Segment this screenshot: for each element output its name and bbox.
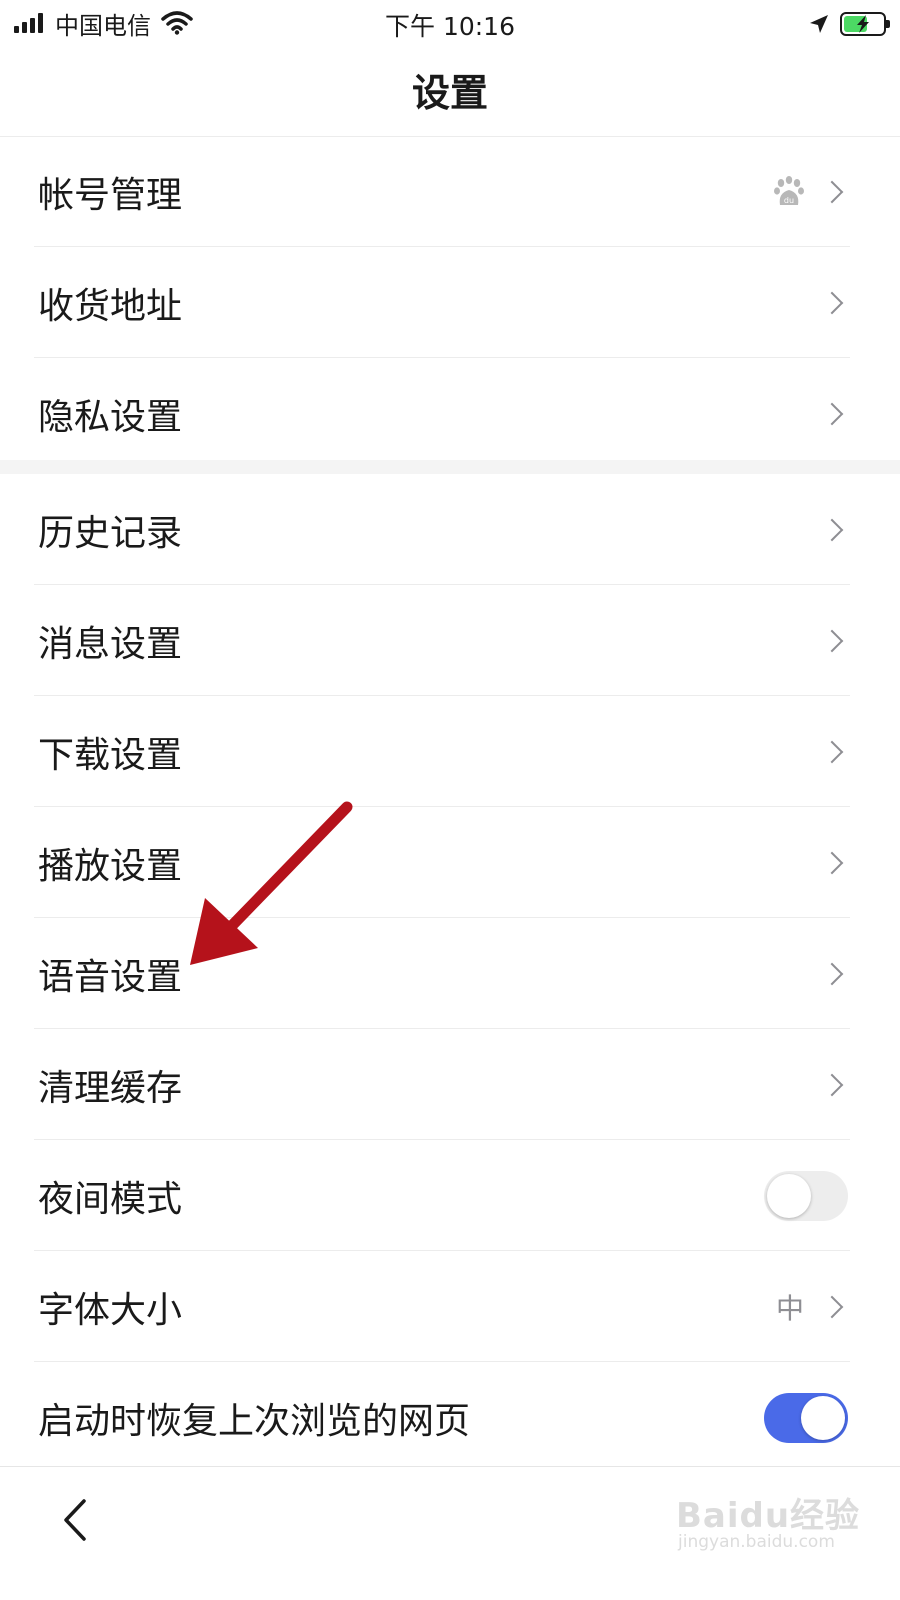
chevron-left-icon[interactable] <box>60 1497 90 1543</box>
row-clear-cache[interactable]: 清理缓存 <box>0 1029 900 1140</box>
restore-pages-toggle[interactable] <box>764 1392 848 1443</box>
watermark-brand: Baidu经验 <box>676 1496 861 1536</box>
row-night-mode: 夜间模式 <box>0 1140 900 1251</box>
settings-group-account: 帐号管理 du 收货地址 隐私设置 <box>0 136 900 469</box>
row-label: 启动时恢复上次浏览的网页 <box>38 1400 471 1442</box>
row-label: 帐号管理 <box>38 174 183 216</box>
row-shipping-address[interactable]: 收货地址 <box>0 247 900 358</box>
svg-text:du: du <box>784 196 794 205</box>
row-label: 夜间模式 <box>38 1178 183 1220</box>
baidu-paw-icon: du <box>774 175 804 205</box>
row-restore-pages: 启动时恢复上次浏览的网页 <box>0 1362 900 1473</box>
status-right <box>808 10 890 38</box>
row-history[interactable]: 历史记录 <box>0 474 900 585</box>
row-message-settings[interactable]: 消息设置 <box>0 585 900 696</box>
chevron-right-icon <box>820 518 844 541</box>
watermark-url: jingyan.baidu.com <box>678 1532 835 1552</box>
chevron-right-icon <box>820 180 844 203</box>
status-time: 下午 10:16 <box>385 12 515 41</box>
row-label: 下载设置 <box>38 734 183 776</box>
settings-group-general: 历史记录 消息设置 下载设置 播放设置 语音设置 清理缓存 夜间模式 字体大小 … <box>0 474 900 1473</box>
night-mode-toggle[interactable] <box>764 1170 848 1221</box>
chevron-right-icon <box>820 291 844 314</box>
row-label: 清理缓存 <box>38 1067 183 1109</box>
row-label: 历史记录 <box>38 512 183 554</box>
row-label: 播放设置 <box>38 845 183 887</box>
row-playback-settings[interactable]: 播放设置 <box>0 807 900 918</box>
page-title: 设置 <box>411 71 488 115</box>
chevron-right-icon <box>820 740 844 763</box>
row-label: 字体大小 <box>38 1289 183 1331</box>
location-arrow-icon <box>810 15 828 33</box>
chevron-right-icon <box>820 851 844 874</box>
chevron-right-icon <box>820 629 844 652</box>
row-account-management[interactable]: 帐号管理 du <box>0 136 900 247</box>
toggle-knob <box>801 1395 845 1440</box>
battery-icon <box>840 12 890 36</box>
charging-bolt-icon <box>857 15 869 33</box>
chevron-right-icon <box>820 1295 844 1318</box>
row-label: 消息设置 <box>38 623 183 665</box>
toggle-knob <box>767 1173 811 1218</box>
row-label: 语音设置 <box>38 956 183 998</box>
row-download-settings[interactable]: 下载设置 <box>0 696 900 807</box>
status-bar: 中国电信 下午 10:16 <box>0 0 900 46</box>
row-label: 隐私设置 <box>38 396 183 438</box>
battery-cap <box>886 20 890 28</box>
chevron-right-icon <box>820 1073 844 1096</box>
row-label: 收货地址 <box>38 285 183 327</box>
watermark: Baidu经验 jingyan.baidu.com <box>676 1474 866 1554</box>
row-font-size[interactable]: 字体大小 中 <box>0 1251 900 1362</box>
row-voice-settings[interactable]: 语音设置 <box>0 918 900 1029</box>
chevron-right-icon <box>820 962 844 985</box>
row-privacy-settings[interactable]: 隐私设置 <box>0 358 900 469</box>
section-separator <box>0 460 900 474</box>
font-size-value: 中 <box>775 1291 804 1325</box>
chevron-right-icon <box>820 402 844 425</box>
